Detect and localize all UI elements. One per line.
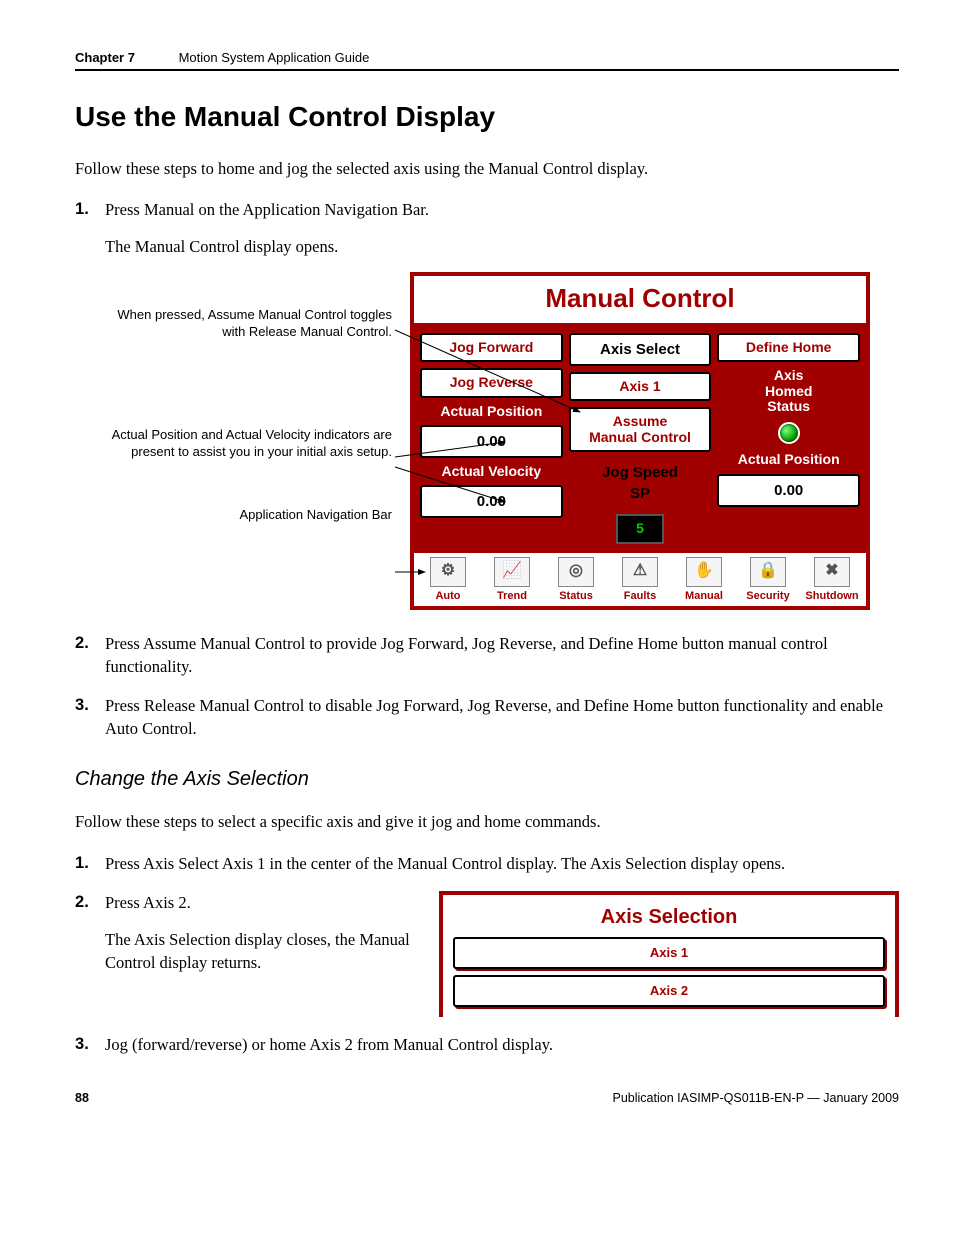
b-step-2-sub: The Axis Selection display closes, the M…	[105, 928, 421, 974]
axis-select-button[interactable]: Axis 1	[569, 372, 712, 401]
actual-position-label: Actual Position	[420, 404, 563, 419]
b-step-1: Press Axis Select Axis 1 in the center o…	[75, 852, 899, 875]
b-step-2: Press Axis 2. The Axis Selection display…	[75, 891, 899, 1017]
axis-homed-status-label: Axis Homed Status	[717, 368, 860, 414]
running-header: Chapter 7 Motion System Application Guid…	[75, 50, 899, 71]
axis-1-button[interactable]: Axis 1	[453, 937, 885, 969]
axis-2-button[interactable]: Axis 2	[453, 975, 885, 1007]
hmi-mid-column: Axis Select Axis 1 Assume Manual Control…	[569, 333, 712, 544]
nav-manual[interactable]: ✋Manual	[672, 557, 736, 604]
lock-icon: 🔒	[750, 557, 786, 587]
hmi-panel: Manual Control Jog Forward Jog Reverse A…	[410, 272, 870, 610]
jog-speed-label: Jog Speed SP	[569, 458, 712, 508]
x-icon: ✖	[814, 557, 850, 587]
publication-info: Publication IASIMP-QS011B-EN-P — January…	[613, 1091, 899, 1105]
actual-velocity-value: 0.00	[420, 485, 563, 518]
status-icon: ◎	[558, 557, 594, 587]
step-1-sub: The Manual Control display opens.	[105, 235, 899, 258]
hmi-title: Manual Control	[414, 276, 866, 326]
define-home-button[interactable]: Define Home	[717, 333, 860, 362]
led-green-icon	[778, 422, 800, 444]
warning-icon: ⚠	[622, 557, 658, 587]
step-3: Press Release Manual Control to disable …	[75, 694, 899, 740]
nav-faults[interactable]: ⚠Faults	[608, 557, 672, 604]
jog-reverse-button[interactable]: Jog Reverse	[420, 368, 563, 397]
b-step-3: Jog (forward/reverse) or home Axis 2 fro…	[75, 1033, 899, 1056]
subheading-change-axis: Change the Axis Selection	[75, 768, 899, 791]
application-navigation-bar: ⚙Auto 📈Trend ◎Status ⚠Faults ✋Manual 🔒Se…	[414, 550, 866, 606]
hmi-right-column: Define Home Axis Homed Status Actual Pos…	[717, 333, 860, 544]
chapter-title: Motion System Application Guide	[179, 50, 370, 65]
step-2: Press Assume Manual Control to provide J…	[75, 632, 899, 678]
led-indicator	[717, 420, 860, 446]
hand-icon: ✋	[686, 557, 722, 587]
axis-select-label: Axis Select	[569, 333, 712, 366]
nav-shutdown[interactable]: ✖Shutdown	[800, 557, 864, 604]
callout-2: Actual Position and Actual Velocity indi…	[105, 427, 392, 487]
chart-icon: 📈	[494, 557, 530, 587]
jog-forward-button[interactable]: Jog Forward	[420, 333, 563, 362]
assume-manual-control-button[interactable]: Assume Manual Control	[569, 407, 712, 452]
intro2-text: Follow these steps to select a specific …	[75, 811, 899, 833]
callout-1: When pressed, Assume Manual Control togg…	[105, 307, 392, 407]
hmi-left-column: Jog Forward Jog Reverse Actual Position …	[420, 333, 563, 544]
nav-auto[interactable]: ⚙Auto	[416, 557, 480, 604]
nav-security[interactable]: 🔒Security	[736, 557, 800, 604]
page-title: Use the Manual Control Display	[75, 101, 899, 133]
jog-speed-value[interactable]: 5	[616, 514, 664, 544]
page-number: 88	[75, 1091, 89, 1105]
actual-velocity-label: Actual Velocity	[420, 464, 563, 479]
intro-text: Follow these steps to home and jog the s…	[75, 158, 899, 180]
axis-selection-title: Axis Selection	[453, 903, 885, 931]
right-actual-position-value: 0.00	[717, 474, 860, 507]
chapter-label: Chapter 7	[75, 50, 135, 65]
step-1: Press Manual on the Application Navigati…	[75, 198, 899, 610]
axis-selection-panel: Axis Selection Axis 1 Axis 2	[439, 891, 899, 1017]
nav-status[interactable]: ◎Status	[544, 557, 608, 604]
nav-trend[interactable]: 📈Trend	[480, 557, 544, 604]
actual-position-value: 0.00	[420, 425, 563, 458]
right-actual-position-label: Actual Position	[717, 452, 860, 467]
callout-3: Application Navigation Bar	[105, 507, 392, 523]
figure-callouts: When pressed, Assume Manual Control togg…	[105, 272, 410, 543]
page-footer: 88 Publication IASIMP-QS011B-EN-P — Janu…	[75, 1091, 899, 1105]
gear-icon: ⚙	[430, 557, 466, 587]
